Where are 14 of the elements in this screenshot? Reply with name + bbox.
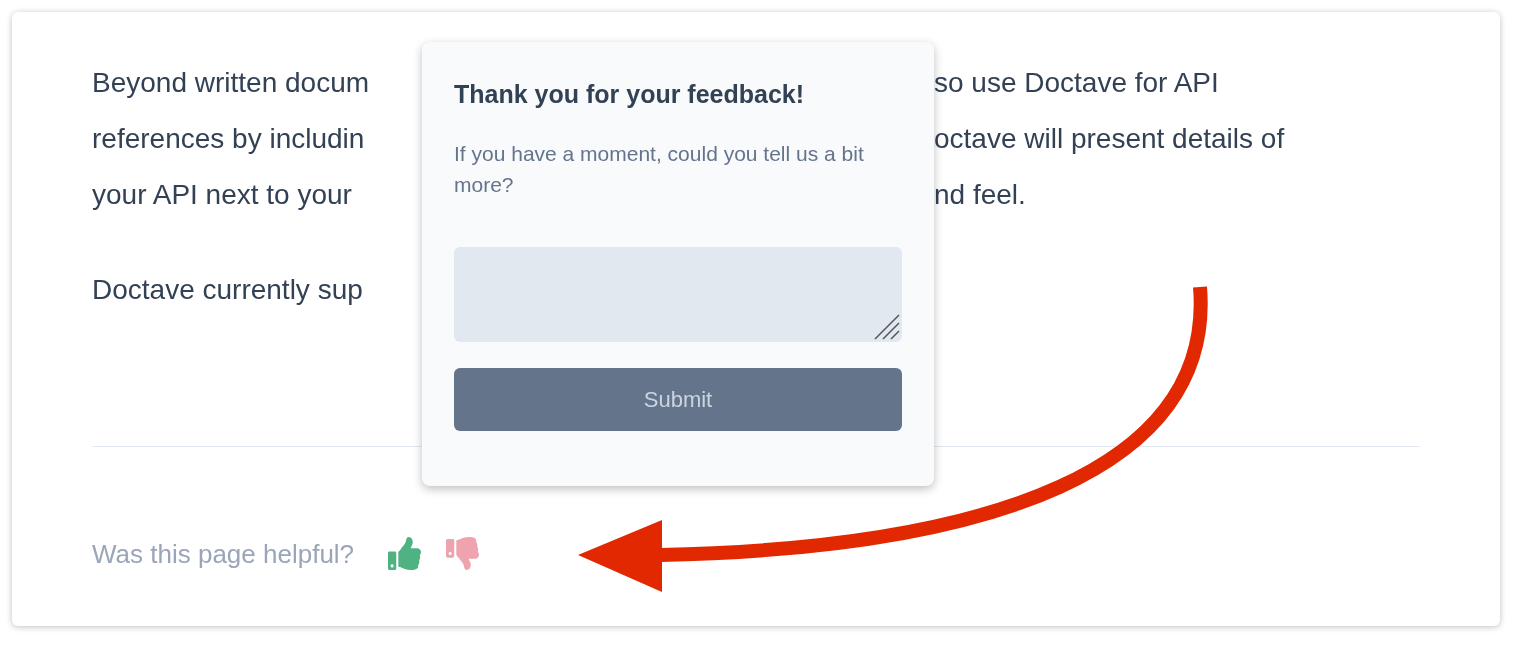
popover-message: If you have a moment, could you tell us a bit more?: [454, 141, 865, 198]
popover-title: Thank you for your feedback!: [454, 79, 806, 110]
resize-handle-icon[interactable]: [874, 314, 900, 340]
paragraph-text: octave will present details of: [934, 123, 1285, 154]
paragraph-text: Doctave currently sup: [92, 274, 363, 305]
paragraph-text: so use Doctave for API: [934, 67, 1219, 98]
paragraph-text: your API next to your: [92, 179, 352, 210]
paragraph-text: references by includin: [92, 123, 365, 154]
thumbs-down-icon[interactable]: [446, 537, 480, 570]
paragraph-text: Beyond written docum: [92, 67, 370, 98]
paragraph-text: nd feel.: [934, 179, 1026, 210]
helpful-question: Was this page helpful?: [92, 537, 355, 570]
thumbs-up-icon[interactable]: [388, 537, 422, 570]
submit-button[interactable]: Submit: [454, 368, 902, 431]
